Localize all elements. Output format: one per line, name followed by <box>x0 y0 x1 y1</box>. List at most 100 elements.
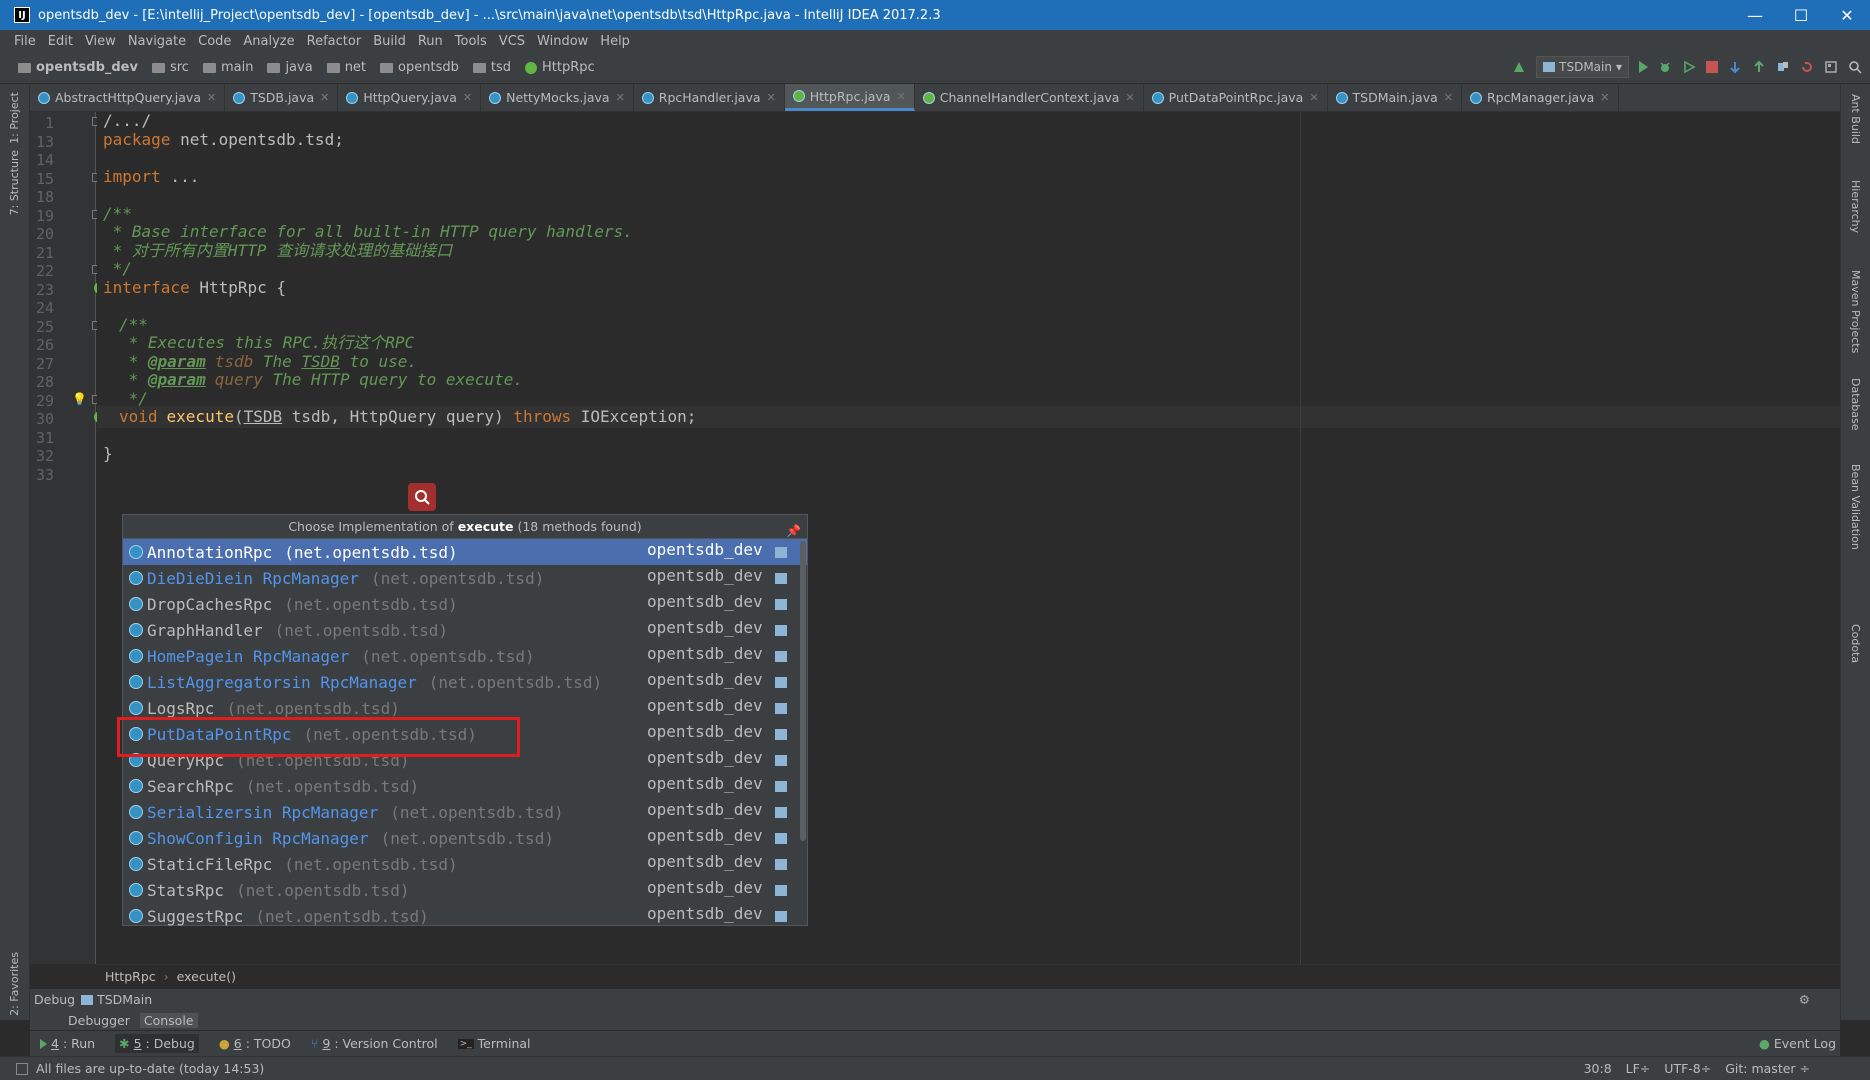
run-with-coverage-icon[interactable] <box>1682 60 1696 74</box>
menu-vcs[interactable]: VCS <box>499 34 525 49</box>
menu-edit[interactable]: Edit <box>48 34 73 49</box>
tool-window-database[interactable]: Database <box>1849 378 1862 431</box>
tab-debugger[interactable]: Debugger <box>64 1013 134 1028</box>
menu-view[interactable]: View <box>85 34 116 49</box>
breadcrumb-item[interactable]: src <box>151 60 189 75</box>
editor-tab[interactable]: TSDMain.java ✕ <box>1328 84 1462 111</box>
editor-tab[interactable]: ChannelHandlerContext.java ✕ <box>915 84 1144 111</box>
event-log-button[interactable]: ● Event Log <box>1759 1036 1836 1051</box>
tool-window-project[interactable]: 1: Project <box>8 92 21 144</box>
close-tab-icon[interactable]: ✕ <box>1125 91 1134 104</box>
search-icon[interactable] <box>1848 60 1862 74</box>
breadcrumb-item[interactable]: HttpRpc <box>524 60 595 75</box>
popup-scrollbar[interactable] <box>800 541 806 841</box>
tool-window-favorites[interactable]: 2: Favorites <box>8 952 21 1016</box>
breadcrumb-item[interactable]: tsd <box>472 60 511 75</box>
close-tab-icon[interactable]: ✕ <box>463 91 472 104</box>
tool-window-version-control[interactable]: ⑂ 9: Version Control <box>311 1036 438 1051</box>
implementation-item[interactable]: GraphHandler (net.opentsdb.tsd) opentsdb_d… <box>123 617 807 643</box>
implementation-item[interactable]: Serializers in RpcManager (net.opentsdb.t… <box>123 799 807 825</box>
menu-help[interactable]: Help <box>600 34 630 49</box>
implementation-item[interactable]: SearchRpc (net.opentsdb.tsd) opentsdb_dev <box>123 773 807 799</box>
breadcrumb-method[interactable]: execute() <box>177 969 236 984</box>
close-tab-icon[interactable]: ✕ <box>1309 91 1318 104</box>
run-icon[interactable] <box>1639 61 1648 73</box>
editor-tab[interactable]: AbstractHttpQuery.java ✕ <box>30 84 226 111</box>
breadcrumb-item[interactable]: opentsdb <box>380 60 459 75</box>
close-tab-icon[interactable]: ✕ <box>616 91 625 104</box>
tool-window-run[interactable]: 4: Run <box>40 1036 95 1051</box>
tool-window-terminal[interactable]: >_ Terminal <box>457 1036 531 1051</box>
menu-code[interactable]: Code <box>198 34 231 49</box>
tool-window-ant-build[interactable]: Ant Build <box>1849 94 1862 144</box>
close-tab-icon[interactable]: ✕ <box>320 91 329 104</box>
implementation-item[interactable]: ShowConfig in RpcManager (net.opentsdb.ts… <box>123 825 807 851</box>
menu-navigate[interactable]: Navigate <box>128 34 186 49</box>
menu-analyze[interactable]: Analyze <box>243 34 294 49</box>
implementation-item[interactable]: DropCachesRpc (net.opentsdb.tsd) opentsdb_… <box>123 591 807 617</box>
editor-tab[interactable]: TSDB.java ✕ <box>225 84 339 111</box>
editor-tab[interactable]: PutDataPointRpc.java ✕ <box>1144 84 1328 111</box>
menu-file[interactable]: File <box>14 34 36 49</box>
build-project-icon[interactable] <box>1512 60 1526 74</box>
code-line: } <box>97 443 1840 465</box>
vcs-revert-icon[interactable] <box>1800 60 1814 74</box>
editor-tab[interactable]: HttpRpc.java ✕ <box>784 84 915 111</box>
close-tab-icon[interactable]: ✕ <box>767 91 776 104</box>
implementation-item[interactable]: SuggestRpc (net.opentsdb.tsd) opentsdb_dev <box>123 903 807 929</box>
run-configuration-select[interactable]: TSDMain ▾ <box>1536 56 1629 78</box>
vcs-compare-icon[interactable] <box>1776 60 1790 74</box>
breadcrumb-item[interactable]: net <box>326 60 366 75</box>
menu-run[interactable]: Run <box>418 34 443 49</box>
project-structure-icon[interactable] <box>1824 60 1838 74</box>
minimize-button[interactable]: — <box>1732 0 1778 30</box>
tool-window-codota[interactable]: Codota <box>1849 624 1862 663</box>
debug-config-tab[interactable]: TSDMain <box>97 992 152 1007</box>
breadcrumb-interface[interactable]: HttpRpc <box>105 969 156 984</box>
class-icon <box>129 805 143 819</box>
menu-tools[interactable]: Tools <box>455 34 487 49</box>
close-button[interactable]: ✕ <box>1824 0 1870 30</box>
git-branch[interactable]: Git: master ÷ <box>1725 1061 1810 1076</box>
editor-tab[interactable]: RpcManager.java ✕ <box>1462 84 1619 111</box>
menu-refactor[interactable]: Refactor <box>307 34 362 49</box>
line-separator[interactable]: LF÷ <box>1626 1061 1651 1076</box>
implementation-item[interactable]: AnnotationRpc (net.opentsdb.tsd) opentsdb_… <box>123 539 807 565</box>
caret-position[interactable]: 30:8 <box>1584 1061 1612 1076</box>
breadcrumb-item[interactable]: opentsdb_dev <box>18 60 138 75</box>
breadcrumb-label: src <box>169 60 189 75</box>
implementation-item[interactable]: StaticFileRpc (net.opentsdb.tsd) opentsdb_… <box>123 851 807 877</box>
lightbulb-icon[interactable]: 💡 <box>72 392 87 406</box>
settings-gear-icon[interactable]: ⚙ <box>1799 992 1810 1007</box>
menu-build[interactable]: Build <box>373 34 406 49</box>
implementation-item[interactable]: ListAggregators in RpcManager (net.opents… <box>123 669 807 695</box>
vcs-commit-icon[interactable] <box>1752 60 1766 74</box>
tab-console[interactable]: Console <box>139 1012 198 1028</box>
toggle-tool-windows-icon[interactable] <box>16 1062 28 1075</box>
tool-window-debug[interactable]: ✱ 5: Debug <box>115 1034 199 1053</box>
stop-icon[interactable] <box>1706 61 1718 73</box>
implementation-item[interactable]: HomePage in RpcManager (net.opentsdb.tsd)… <box>123 643 807 669</box>
close-tab-icon[interactable]: ✕ <box>1600 91 1609 104</box>
editor-tab[interactable]: RpcHandler.java ✕ <box>634 84 785 111</box>
breadcrumb-item[interactable]: main <box>202 60 253 75</box>
editor-tab[interactable]: NettyMocks.java ✕ <box>481 84 634 111</box>
tool-window-maven[interactable]: Maven Projects <box>1849 270 1862 353</box>
editor-tab[interactable]: HttpQuery.java ✕ <box>338 84 482 111</box>
tool-window-todo[interactable]: ● 6: TODO <box>219 1036 291 1051</box>
close-tab-icon[interactable]: ✕ <box>1444 91 1453 104</box>
menu-window[interactable]: Window <box>537 34 588 49</box>
maximize-button[interactable]: ☐ <box>1778 0 1824 30</box>
implementation-item[interactable]: DieDieDie in RpcManager (net.opentsdb.tsd… <box>123 565 807 591</box>
tool-window-structure[interactable]: 7: Structure <box>8 150 21 215</box>
breadcrumb-separator-icon: › <box>163 969 169 984</box>
close-tab-icon[interactable]: ✕ <box>897 90 906 103</box>
close-tab-icon[interactable]: ✕ <box>207 91 216 104</box>
implementation-item[interactable]: StatsRpc (net.opentsdb.tsd) opentsdb_dev <box>123 877 807 903</box>
vcs-update-icon[interactable] <box>1728 60 1742 74</box>
breadcrumb-item[interactable]: java <box>267 60 313 75</box>
file-encoding[interactable]: UTF-8÷ <box>1664 1061 1711 1076</box>
debug-icon[interactable] <box>1658 60 1672 74</box>
tool-window-hierarchy[interactable]: Hierarchy <box>1849 180 1862 233</box>
tool-window-bean-validation[interactable]: Bean Validation <box>1849 464 1862 550</box>
